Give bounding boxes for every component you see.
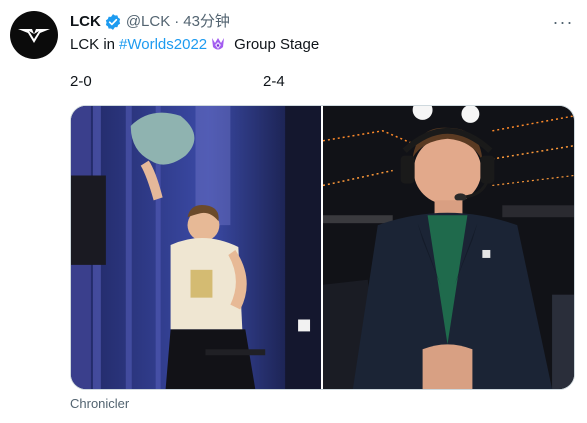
more-options-button[interactable]: ··· xyxy=(551,12,575,32)
more-options-icon: ··· xyxy=(552,11,574,32)
media-caption[interactable]: Chronicler xyxy=(70,396,129,412)
tweet-timestamp[interactable]: 43分钟 xyxy=(183,12,230,32)
photo-right-illustration xyxy=(323,106,574,389)
hashtag-link[interactable]: #Worlds2022 xyxy=(119,35,207,55)
photo-left-illustration xyxy=(71,106,321,389)
tweet-card[interactable]: LCK @LCK · 43分钟 ··· LCK in #Worlds2022 G… xyxy=(0,0,587,423)
tweet-text-prefix: LCK in xyxy=(70,36,116,53)
media-grid xyxy=(70,105,575,390)
photo-celebrating-player[interactable] xyxy=(71,106,321,389)
worlds-trophy-emoji-icon xyxy=(212,38,225,50)
tweet-text-suffix: Group Stage xyxy=(234,36,320,53)
author-name[interactable]: LCK xyxy=(70,12,101,32)
photo-commentator[interactable] xyxy=(323,106,574,389)
author-handle[interactable]: @LCK xyxy=(126,12,170,32)
scores-row: 2-0 2-4 xyxy=(70,72,570,92)
score-right: 2-4 xyxy=(263,73,285,90)
score-left: 2-0 xyxy=(70,73,92,90)
tweet-text: LCK in #Worlds2022 Group Stage xyxy=(70,35,567,55)
separator-dot: · xyxy=(174,13,180,30)
tweet-header: LCK @LCK · 43分钟 xyxy=(70,12,547,32)
avatar[interactable] xyxy=(10,11,58,59)
verified-badge-icon xyxy=(105,14,120,30)
lck-logo-icon xyxy=(18,29,50,43)
